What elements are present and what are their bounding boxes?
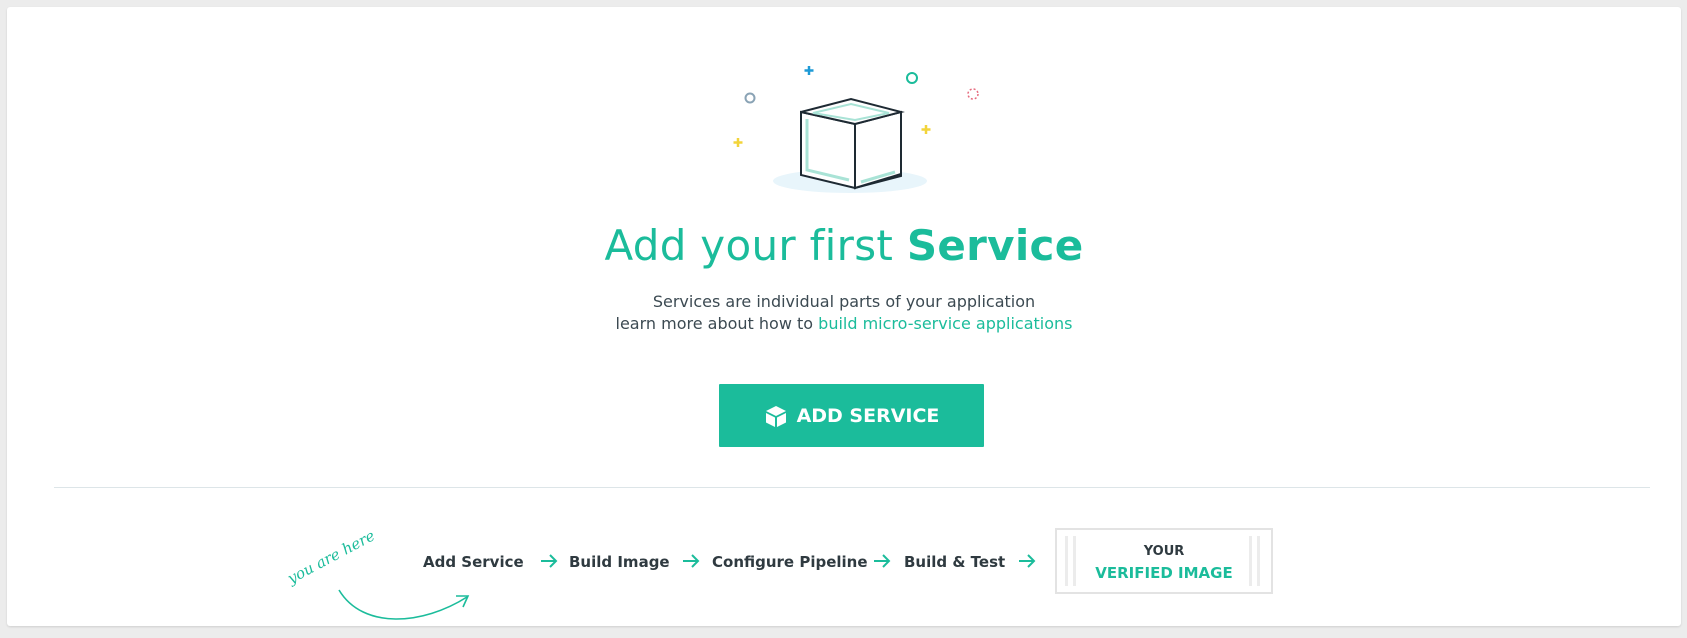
step-build-test: Build & Test <box>904 553 1006 571</box>
arrow-right-icon <box>683 554 700 568</box>
verified-image-badge: YOUR VERIFIED IMAGE <box>1055 528 1273 594</box>
decor-blue-plus-icon <box>804 66 814 75</box>
divider <box>54 487 1650 488</box>
you-are-here-label: you are here <box>284 530 378 588</box>
add-service-button[interactable]: ADD SERVICE <box>719 384 984 447</box>
add-service-button-label: ADD SERVICE <box>796 404 940 427</box>
arrow-right-icon <box>1019 554 1036 568</box>
arrow-right-icon <box>874 554 891 568</box>
micro-service-docs-link[interactable]: build micro-service applications <box>818 314 1072 333</box>
you-are-here-annotation: you are here <box>284 530 470 620</box>
cube-icon <box>765 405 786 427</box>
step-add-service: Add Service <box>423 553 524 571</box>
step-configure-pipeline: Configure Pipeline <box>712 553 868 571</box>
box-left-face <box>800 110 856 190</box>
arrow-right-icon <box>541 554 558 568</box>
box-illustration <box>733 66 979 193</box>
badge-line-1: YOUR <box>1143 544 1185 559</box>
decor-yellow-plus-icon <box>733 138 743 147</box>
you-are-here-arrow-icon <box>338 589 468 620</box>
description: Services are individual parts of your ap… <box>7 291 1681 335</box>
badge-line-2: VERIFIED IMAGE <box>1095 564 1233 582</box>
step-build-image: Build Image <box>569 553 670 571</box>
description-line-2: learn more about how to build micro-serv… <box>7 313 1681 335</box>
description-line-1: Services are individual parts of your ap… <box>652 292 1036 311</box>
title-emphasis: Service <box>906 221 1084 270</box>
page-title: Add your first Service <box>7 221 1681 270</box>
decor-yellow-plus-small-icon <box>921 125 931 134</box>
description-line-2-text: learn more about how to <box>615 314 814 333</box>
decor-circle-red-dotted-icon <box>967 88 979 100</box>
title-prefix: Add your first <box>604 221 894 270</box>
empty-state-card: Add your first Service Services are indi… <box>7 7 1681 626</box>
decor-circle-grey-icon <box>744 92 756 104</box>
decor-circle-green-icon <box>906 72 918 84</box>
